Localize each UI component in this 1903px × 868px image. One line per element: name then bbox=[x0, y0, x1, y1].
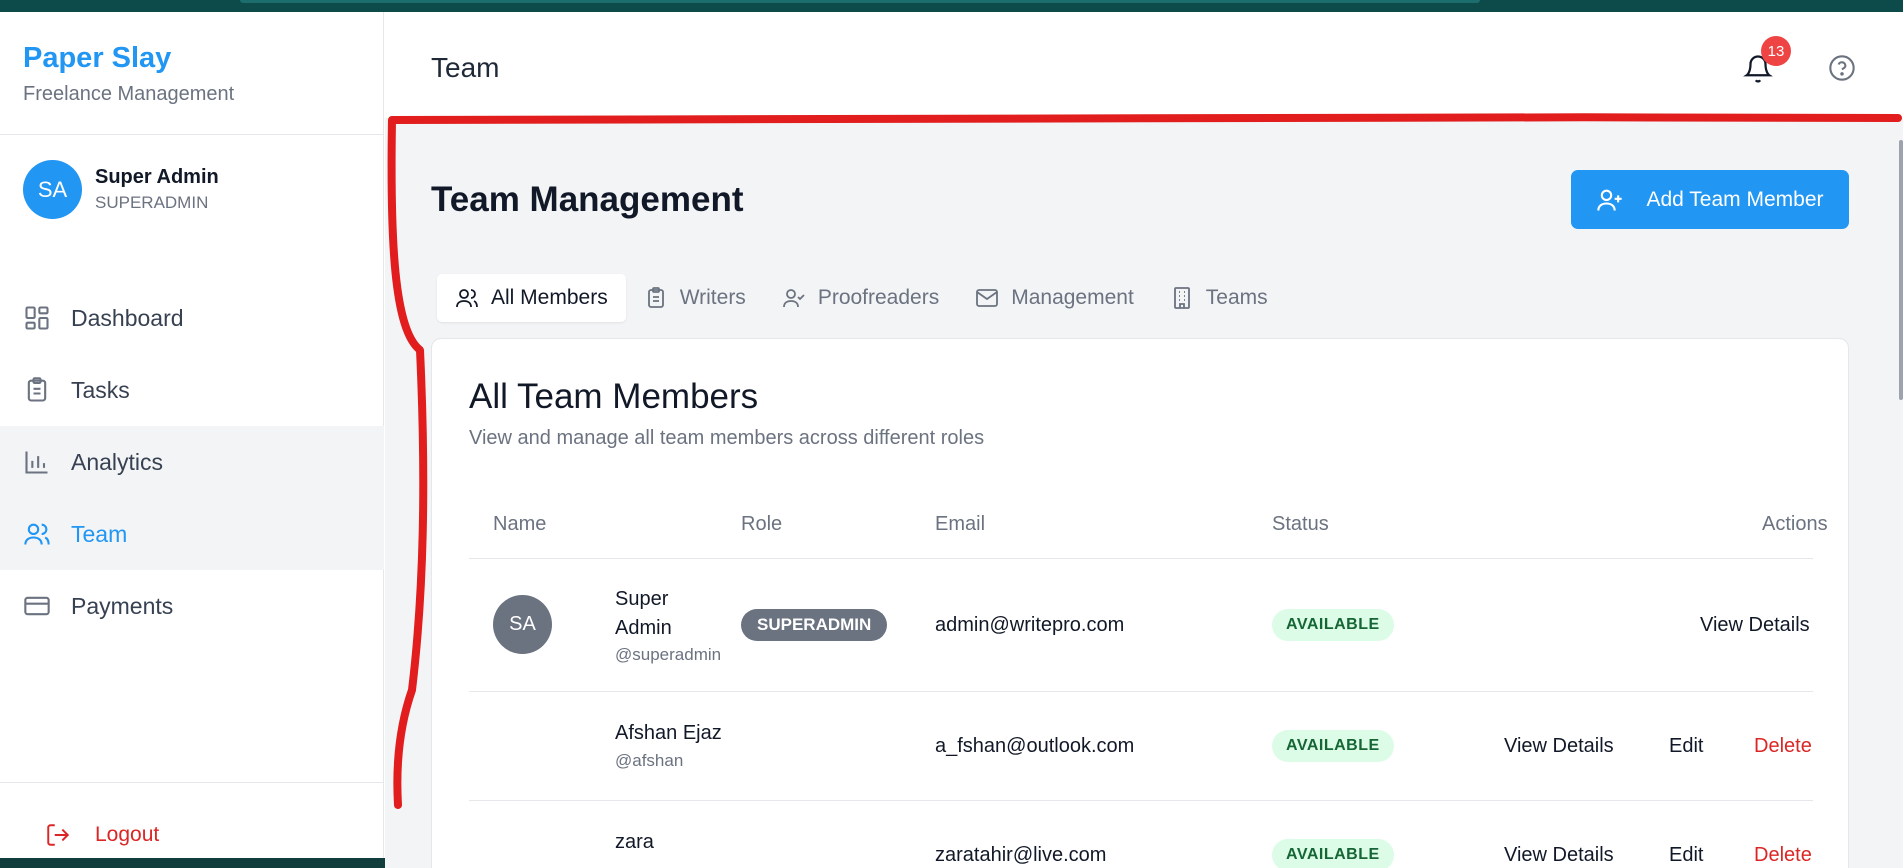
sidebar-item-label: Team bbox=[71, 520, 128, 547]
member-name: zara bbox=[615, 831, 654, 853]
member-name-line: Admin bbox=[615, 617, 672, 639]
brand: Paper Slay Freelance Management bbox=[23, 42, 234, 106]
member-email: a_fshan@outlook.com bbox=[935, 735, 1135, 757]
user-profile: SA Super Admin SUPERADMIN bbox=[23, 160, 219, 219]
browser-top-strip bbox=[0, 0, 1903, 12]
mail-icon bbox=[976, 289, 999, 307]
users-icon bbox=[24, 523, 50, 545]
sidebar-item-tasks[interactable]: Tasks bbox=[0, 354, 384, 426]
tab-management[interactable]: Management bbox=[957, 274, 1152, 322]
tab-teams[interactable]: Teams bbox=[1152, 274, 1286, 322]
sidebar-item-dashboard[interactable]: Dashboard bbox=[0, 282, 384, 354]
user-name: Super Admin bbox=[95, 166, 219, 188]
member-name: Afshan Ejaz bbox=[615, 722, 722, 744]
view-details-button[interactable]: View Details bbox=[1504, 735, 1614, 758]
sidebar-item-label: Analytics bbox=[71, 448, 164, 475]
clipboard-icon bbox=[27, 377, 47, 402]
row-divider bbox=[469, 691, 1813, 692]
add-team-member-label: Add Team Member bbox=[1646, 187, 1824, 211]
credit-card-icon bbox=[24, 596, 50, 616]
brand-title[interactable]: Paper Slay bbox=[23, 42, 234, 75]
header-divider bbox=[469, 558, 1813, 559]
tab-label: Teams bbox=[1205, 286, 1268, 309]
avatar: SA bbox=[493, 595, 552, 654]
sidebar-item-payments[interactable]: Payments bbox=[0, 570, 384, 642]
logout-button[interactable]: Logout bbox=[45, 822, 159, 848]
brand-subtitle: Freelance Management bbox=[23, 83, 235, 105]
sidebar-item-label: Tasks bbox=[71, 376, 130, 403]
column-header-actions: Actions bbox=[1762, 513, 1828, 535]
tab-label: Proofreaders bbox=[817, 286, 940, 309]
user-role: SUPERADMIN bbox=[95, 193, 209, 212]
sidebar-item-label: Dashboard bbox=[71, 304, 184, 331]
row-divider bbox=[469, 800, 1813, 801]
page-title: Team bbox=[431, 52, 500, 83]
sidebar-item-label: Payments bbox=[71, 592, 174, 619]
add-team-member-button[interactable]: Add Team Member bbox=[1571, 170, 1849, 229]
logout-icon bbox=[47, 824, 70, 846]
help-icon[interactable] bbox=[1828, 54, 1856, 82]
status-badge: AVAILABLE bbox=[1272, 730, 1394, 762]
top-header: Team 13 bbox=[385, 12, 1903, 118]
sidebar-divider bbox=[0, 782, 384, 783]
view-details-button[interactable]: View Details bbox=[1504, 844, 1614, 867]
view-details-button[interactable]: View Details bbox=[1700, 614, 1810, 637]
section-title: Team Management bbox=[431, 180, 744, 219]
column-header-name[interactable]: Name bbox=[493, 513, 546, 536]
team-members-card: All Team Members View and manage all tea… bbox=[431, 338, 1849, 868]
member-handle: @afshan bbox=[615, 751, 684, 770]
sidebar-item-team[interactable]: Team bbox=[0, 498, 384, 570]
user-check-icon bbox=[782, 289, 805, 308]
tab-label: Management bbox=[1011, 286, 1134, 309]
member-email: zaratahir@live.com bbox=[935, 844, 1107, 866]
edit-button[interactable]: Edit bbox=[1669, 844, 1703, 867]
member-email: admin@writepro.com bbox=[935, 614, 1125, 636]
status-badge: AVAILABLE bbox=[1272, 839, 1394, 868]
status-badge: AVAILABLE bbox=[1272, 609, 1394, 641]
tab-label: All Members bbox=[491, 286, 608, 309]
tab-label: Writers bbox=[679, 286, 746, 309]
tab-proofreaders[interactable]: Proofreaders bbox=[764, 274, 957, 322]
scrollbar-thumb[interactable] bbox=[1899, 140, 1903, 400]
delete-button[interactable]: Delete bbox=[1754, 844, 1812, 867]
clipboard-icon bbox=[647, 287, 664, 308]
role-badge: SUPERADMIN bbox=[741, 609, 888, 641]
sidebar: Paper Slay Freelance Management SA Super… bbox=[0, 12, 384, 868]
delete-button[interactable]: Delete bbox=[1754, 735, 1812, 758]
dashboard-icon bbox=[25, 306, 49, 330]
sidebar-divider bbox=[0, 134, 384, 135]
card-title: All Team Members bbox=[469, 377, 759, 416]
bar-chart-icon bbox=[25, 451, 48, 474]
sidebar-item-analytics[interactable]: Analytics bbox=[0, 426, 384, 498]
avatar: SA bbox=[23, 160, 82, 219]
column-header-email[interactable]: Email bbox=[935, 513, 985, 536]
users-icon bbox=[456, 289, 478, 308]
browser-top-strip-inner bbox=[240, 0, 1480, 3]
card-description: View and manage all team members across … bbox=[469, 427, 985, 449]
edit-button[interactable]: Edit bbox=[1669, 735, 1703, 758]
building-icon bbox=[1173, 287, 1190, 309]
column-header-role[interactable]: Role bbox=[741, 513, 782, 536]
notification-badge: 13 bbox=[1761, 36, 1791, 66]
tab-bar: All Members Writers Proofreaders Managem… bbox=[433, 270, 1302, 326]
logout-label: Logout bbox=[95, 823, 160, 846]
member-name-line: Super bbox=[615, 588, 669, 610]
tab-all-members[interactable]: All Members bbox=[437, 274, 626, 322]
main-content: Team Management Add Team Member All Memb… bbox=[385, 118, 1903, 868]
column-header-status[interactable]: Status bbox=[1272, 513, 1329, 536]
user-plus-icon bbox=[1597, 189, 1623, 211]
tab-writers[interactable]: Writers bbox=[626, 274, 764, 322]
member-handle: @superadmin bbox=[615, 645, 722, 664]
